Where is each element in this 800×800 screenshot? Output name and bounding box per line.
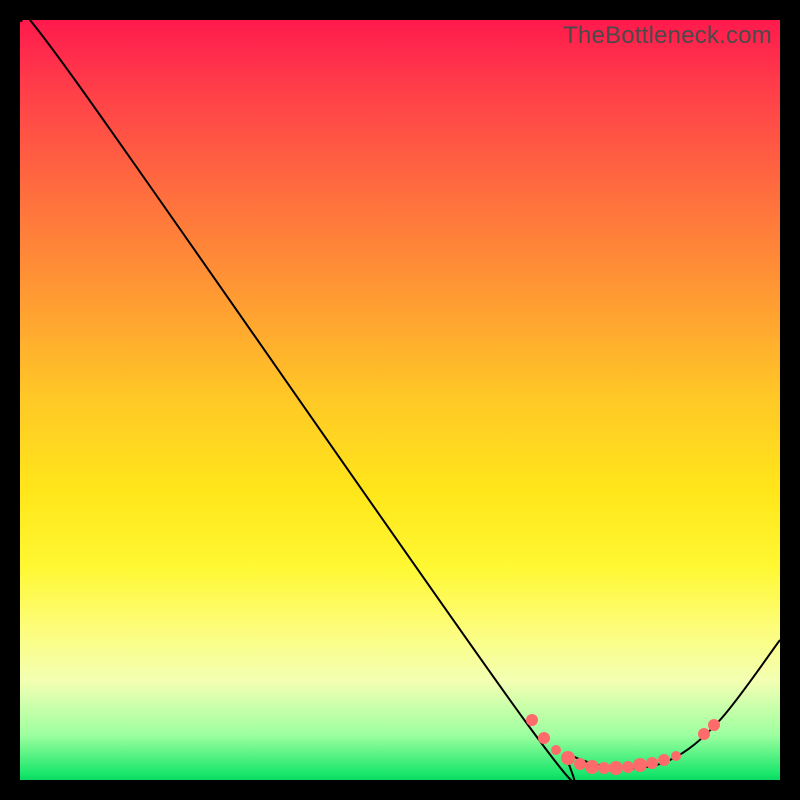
valley-marker <box>658 754 670 766</box>
valley-marker <box>698 728 710 740</box>
valley-marker <box>598 762 610 774</box>
valley-marker <box>526 714 538 726</box>
valley-markers <box>526 714 720 775</box>
plot-area: TheBottleneck.com <box>20 20 780 780</box>
valley-marker <box>633 758 647 772</box>
valley-marker <box>538 732 550 744</box>
bottleneck-curve <box>20 20 780 780</box>
valley-marker <box>671 751 681 761</box>
valley-marker <box>646 757 658 769</box>
chart-frame: TheBottleneck.com <box>20 20 780 780</box>
valley-marker <box>561 751 575 765</box>
valley-marker <box>585 760 599 774</box>
valley-marker <box>574 758 586 770</box>
valley-marker <box>551 745 561 755</box>
valley-marker <box>708 719 720 731</box>
valley-marker <box>622 761 634 773</box>
watermark-text: TheBottleneck.com <box>563 22 772 50</box>
curve-layer <box>20 20 780 780</box>
valley-marker <box>609 761 623 775</box>
